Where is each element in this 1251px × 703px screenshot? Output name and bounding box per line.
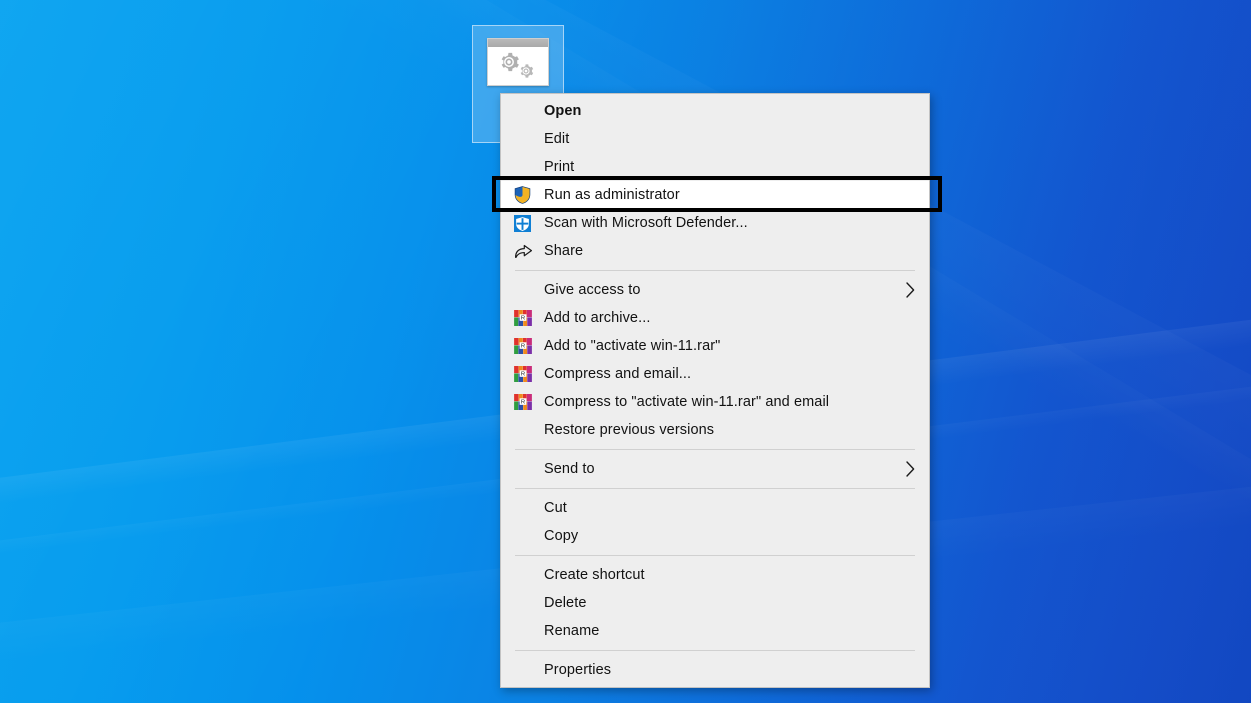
desktop[interactable]: a v OpenEditPrintRun as administratorSca…: [0, 0, 1251, 703]
menu-item-compress-and-email[interactable]: R Compress and email...: [501, 360, 929, 388]
menu-item-label: Share: [544, 242, 584, 259]
menu-item-copy[interactable]: Copy: [501, 522, 929, 550]
svg-text:R: R: [521, 400, 525, 406]
menu-item-label: Open: [544, 102, 582, 119]
menu-item-icon-slot: [514, 100, 544, 122]
menu-item-icon-slot: [514, 497, 544, 519]
svg-text:R: R: [521, 316, 525, 322]
menu-item-icon-slot: R: [514, 307, 544, 329]
menu-item-share[interactable]: Share: [501, 237, 929, 265]
menu-item-run-as-administrator[interactable]: Run as administrator: [492, 176, 942, 212]
menu-item-icon-slot: [514, 279, 544, 301]
menu-item-compress-to-activate-win-11rar-and-email[interactable]: R Compress to "activate win-11.rar" and e…: [501, 388, 929, 416]
winrar-icon: R: [514, 394, 532, 410]
menu-item-label: Create shortcut: [544, 566, 645, 583]
menu-separator: [515, 650, 915, 651]
menu-item-label: Properties: [544, 661, 612, 678]
uac-shield-icon: [514, 186, 531, 204]
menu-item-icon-slot: [514, 458, 544, 480]
context-menu[interactable]: Open Edit Print Run as administrator Scan wi…: [492, 93, 942, 688]
menu-item-label: Compress and email...: [544, 365, 692, 382]
winrar-icon: R: [514, 338, 532, 354]
menu-item-create-shortcut[interactable]: Create shortcut: [501, 561, 929, 589]
svg-text:R: R: [521, 372, 525, 378]
menu-item-rename[interactable]: Rename: [501, 617, 929, 645]
menu-item-label: Cut: [544, 499, 567, 516]
menu-item-delete[interactable]: Delete: [501, 589, 929, 617]
menu-item-label: Run as administrator: [544, 186, 680, 203]
menu-item-label: Rename: [544, 622, 600, 639]
menu-item-icon-slot: [514, 156, 544, 178]
menu-item-print[interactable]: Print: [501, 153, 929, 181]
menu-item-icon-slot: [514, 659, 544, 681]
menu-item-icon-slot: R: [514, 391, 544, 413]
menu-item-label: Print: [544, 158, 575, 175]
menu-item-icon-slot: R: [514, 335, 544, 357]
menu-separator: [515, 449, 915, 450]
menu-item-label: Add to "activate win-11.rar": [544, 337, 721, 354]
menu-item-icon-slot: [514, 419, 544, 441]
menu-item-edit[interactable]: Edit: [501, 125, 929, 153]
menu-item-properties[interactable]: Properties: [501, 656, 929, 684]
menu-item-add-to-activate-win-11rar[interactable]: R Add to "activate win-11.rar": [501, 332, 929, 360]
menu-separator: [515, 555, 915, 556]
batch-file-icon: [487, 38, 549, 86]
menu-item-label: Delete: [544, 594, 587, 611]
svg-text:R: R: [521, 344, 525, 350]
menu-item-restore-previous-versions[interactable]: Restore previous versions: [501, 416, 929, 444]
menu-item-icon-slot: [514, 592, 544, 614]
chevron-right-icon: [905, 282, 915, 298]
menu-item-cut[interactable]: Cut: [501, 494, 929, 522]
share-icon: [514, 243, 533, 259]
menu-separator: [515, 488, 915, 489]
menu-item-icon-slot: [514, 184, 544, 206]
menu-item-icon-slot: [514, 564, 544, 586]
winrar-icon: R: [514, 366, 532, 382]
chevron-right-icon: [905, 461, 915, 477]
menu-item-icon-slot: [514, 240, 544, 262]
menu-item-label: Scan with Microsoft Defender...: [544, 214, 748, 231]
menu-item-add-to-archive[interactable]: R Add to archive...: [501, 304, 929, 332]
menu-item-label: Add to archive...: [544, 309, 651, 326]
icon-titlebar: [488, 39, 548, 47]
menu-item-scan-with-microsoft-defender[interactable]: Scan with Microsoft Defender...: [501, 209, 929, 237]
menu-item-label: Edit: [544, 130, 570, 147]
menu-item-icon-slot: [514, 620, 544, 642]
menu-item-send-to[interactable]: Send to: [501, 455, 929, 483]
menu-item-icon-slot: [514, 212, 544, 234]
menu-separator: [515, 270, 915, 271]
menu-item-icon-slot: R: [514, 363, 544, 385]
menu-item-icon-slot: [514, 128, 544, 150]
menu-item-give-access-to[interactable]: Give access to: [501, 276, 929, 304]
microsoft-defender-icon: [514, 214, 531, 232]
menu-item-label: Copy: [544, 527, 579, 544]
menu-item-label: Restore previous versions: [544, 421, 715, 438]
menu-item-label: Compress to "activate win-11.rar" and em…: [544, 393, 830, 410]
menu-item-open[interactable]: Open: [501, 97, 929, 125]
gear-icon: [518, 63, 534, 79]
menu-item-label: Send to: [544, 460, 595, 477]
winrar-icon: R: [514, 310, 532, 326]
menu-item-icon-slot: [514, 525, 544, 547]
gear-icon: [498, 51, 520, 73]
menu-item-label: Give access to: [544, 281, 641, 298]
